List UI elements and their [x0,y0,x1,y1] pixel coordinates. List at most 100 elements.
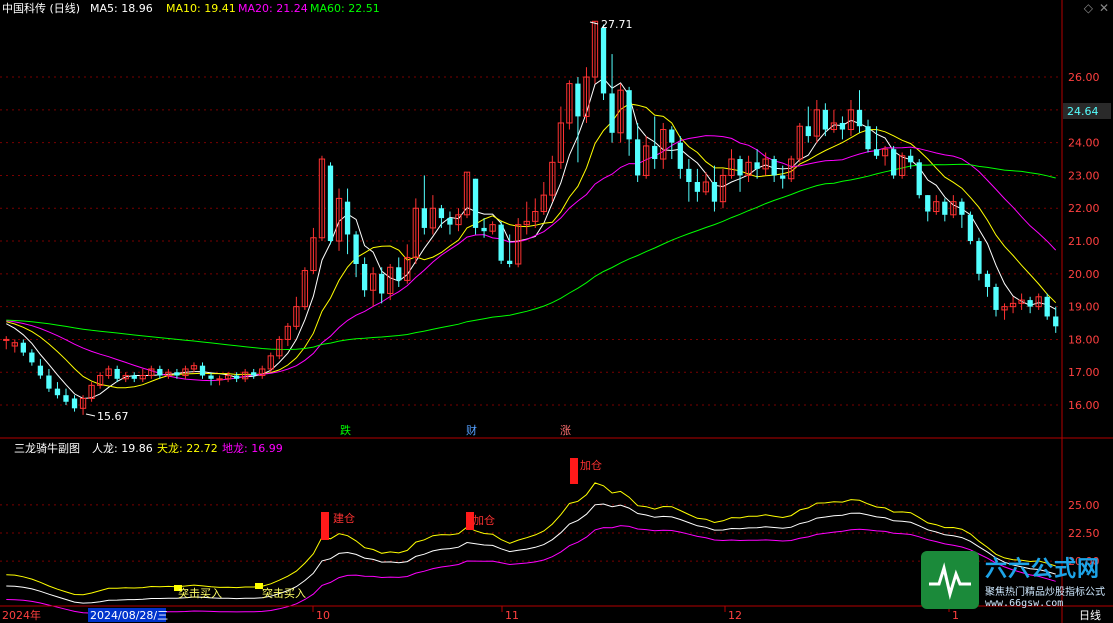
candle [609,54,615,143]
candle [148,365,155,379]
candle [523,201,530,235]
y-tick-label: 26.00 [1068,71,1100,84]
candle-body-down [63,395,69,402]
candle [1009,296,1017,314]
candle-body-down [1053,316,1059,327]
watermark-subtitle: 聚焦热门精品炒股指标公式 [985,587,1105,598]
candle-body-down [976,241,982,274]
candle-body-down [447,218,453,225]
candle [498,221,504,264]
candle-body-down [361,264,368,291]
candle [114,365,120,383]
candle [737,155,743,192]
signal-bar [570,458,578,484]
chart-text: 中国科传 (日线) MA5: 18.96 MA10: 19.41 MA20: 2… [2,1,1111,622]
y-tick-label-sub: 25.00 [1068,499,1100,512]
candle-body-down [421,208,427,228]
close-icon[interactable]: ✕ [1099,1,1109,15]
candle [489,221,496,235]
buy-label-2: 突击买入 [262,586,306,600]
candle [719,168,727,209]
candle [856,90,863,133]
candle [131,372,137,383]
candle [788,155,795,182]
candle [745,155,752,182]
candle [54,382,61,399]
ma10-label: MA10: 19.41 [166,2,236,15]
stock-chart: 26.00 25.00 24.00 23.00 22.00 21.00 20.00 19.00… [0,0,1113,623]
candle [532,198,539,228]
candle [575,77,581,163]
y-tick-label: 22.00 [1068,202,1100,215]
dilong-label: 地龙: 16.99 [222,442,283,455]
candle [63,388,69,406]
candle [540,182,547,215]
candle-body-down [626,90,632,140]
candle-body-down [498,224,504,261]
candle [847,100,855,137]
candle [344,188,351,255]
candle [1027,296,1033,314]
candle-body-down [233,375,240,379]
candle-body-down [908,155,914,163]
candle-body-down [652,145,658,160]
candle-body-down [353,234,359,264]
tianlong-line [6,482,1056,596]
candles [3,20,1059,415]
candle-body-down [472,178,479,228]
event-marker-zhang: 涨 [560,424,571,437]
candle-body-down [856,109,863,127]
watermark-title: 六六公式网 [985,557,1101,582]
candle-body-down [890,149,897,176]
candle-body-down [600,27,607,94]
indicator-title: 三龙骑牛副图 [14,441,80,455]
renlong-label: 人龙: 19.86 [92,442,153,455]
candle [711,165,718,212]
candle [626,86,632,156]
candle-body-down [865,126,871,150]
candle [370,267,377,307]
candle [635,122,641,182]
candle [20,339,26,356]
candle [669,126,675,160]
marker-jiacang-1: 加仓 [473,513,495,527]
ma10-line [6,103,1057,389]
candle [942,198,948,222]
candle [771,155,777,182]
buy-label-1: 突击买入 [178,586,222,600]
candle [190,362,198,373]
candle [251,368,257,379]
low-arrow [85,413,96,417]
y-tick-label: 20.00 [1068,268,1100,281]
diamond-icon[interactable]: ◇ [1084,1,1093,15]
candle [3,336,10,350]
candle [993,283,999,317]
marker-jiacang-2: 加仓 [580,458,602,472]
candle-body-down [54,388,61,396]
candle [1053,306,1059,333]
candle [557,106,565,169]
candle [96,372,104,389]
candle [549,155,556,202]
stock-title: 中国科传 (日线) [2,1,80,15]
candle [88,382,95,402]
date-nov: 11 [505,609,519,622]
candle-body-down [754,162,760,169]
candle-body-down [481,227,487,232]
candle-body-down [438,208,445,219]
candle-body-down [208,375,214,379]
candle [105,365,112,379]
ma5-label: MA5: 18.96 [90,2,153,15]
candle [463,171,471,219]
tianlong-label: 天龙: 22.72 [157,442,218,455]
candle [318,155,326,242]
candle [438,204,445,228]
date-year: 2024年 [2,608,41,622]
candle [694,168,701,202]
candle-body-down [199,365,206,376]
candle-body-down [609,93,615,133]
candle [284,323,291,346]
ma60-label: MA60: 22.51 [310,2,380,15]
candle-body-down [686,168,692,182]
candle-body-down [984,273,991,287]
